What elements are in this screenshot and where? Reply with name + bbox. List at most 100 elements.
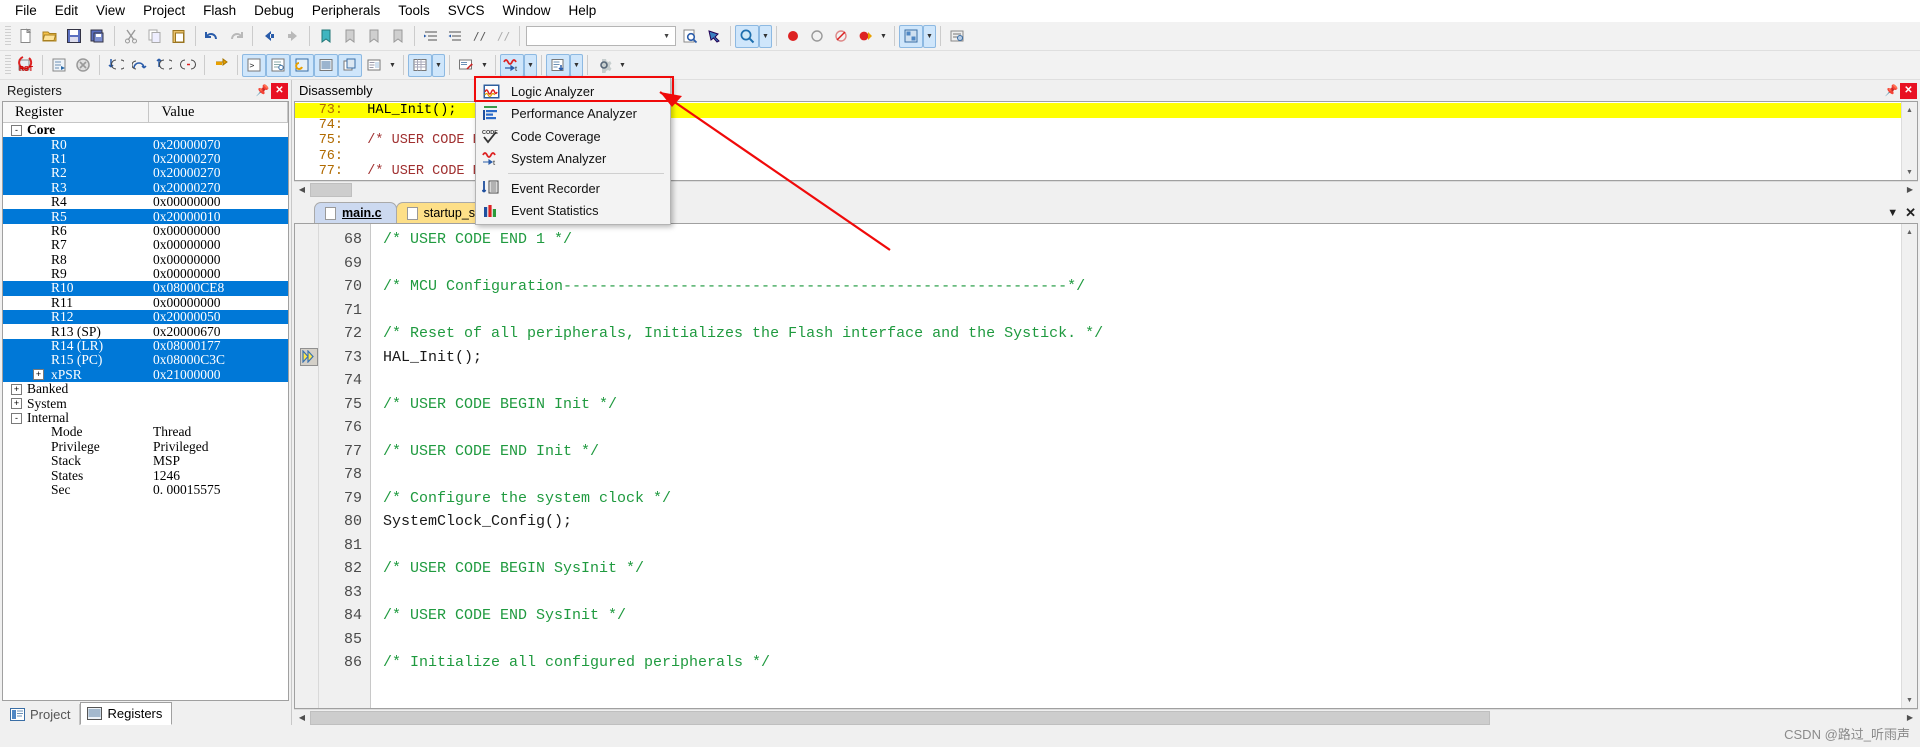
register-row[interactable]: R1 0x20000270 (3, 151, 288, 167)
step-out-button[interactable] (152, 54, 176, 77)
manage-components-button[interactable] (899, 24, 923, 48)
serial-window-button[interactable] (454, 54, 478, 77)
expand-icon[interactable]: + (33, 369, 44, 381)
trace-windows-button[interactable] (546, 53, 570, 77)
serial-dropdown-arrow[interactable]: ▼ (478, 54, 491, 77)
menu-item-code-coverage[interactable]: CODE Code Coverage (476, 125, 670, 148)
breakpoint-gutter[interactable] (295, 224, 319, 708)
save-all-button[interactable] (86, 25, 110, 48)
expand-icon[interactable]: + (11, 383, 22, 395)
navigate-forward-button[interactable] (281, 25, 305, 48)
code-line[interactable]: HAL_Init(); (383, 346, 1901, 370)
menu-item-performance-analyzer[interactable]: Performance Analyzer (476, 103, 670, 126)
expand-icon[interactable]: + (11, 398, 22, 410)
register-value[interactable]: 0x21000000 (153, 367, 221, 383)
analysis-windows-button[interactable]: t (500, 53, 524, 77)
register-row[interactable]: R4 0x00000000 (3, 194, 288, 209)
register-row[interactable]: R15 (PC) 0x08000C3C (3, 352, 288, 368)
register-row[interactable]: R3 0x20000270 (3, 180, 288, 195)
code-line[interactable]: /* USER CODE END 1 */ (383, 228, 1901, 252)
cut-button[interactable] (119, 25, 143, 48)
disassembly-window-button[interactable] (266, 53, 290, 77)
configure-target-button[interactable] (945, 25, 969, 48)
scroll-right-arrow[interactable]: ▶ (1902, 182, 1918, 197)
code-line[interactable] (383, 416, 1901, 440)
system-viewer-dropdown-arrow[interactable]: ▼ (616, 54, 629, 77)
menu-item-help[interactable]: Help (560, 1, 606, 20)
code-content[interactable]: /* USER CODE END 1 */ /* MCU Configuratio… (371, 224, 1901, 708)
comment-button[interactable]: // (467, 25, 491, 48)
paste-button[interactable] (167, 25, 191, 48)
collapse-icon[interactable]: - (11, 124, 22, 136)
code-line[interactable]: /* Reset of all peripherals, Initializes… (383, 322, 1901, 346)
scroll-down-arrow[interactable]: ▼ (1902, 692, 1917, 708)
menu-item-logic-analyzer[interactable]: Logic Analyzer (476, 80, 670, 103)
disable-all-breakpoints-button[interactable] (829, 25, 853, 48)
scroll-up-arrow[interactable]: ▲ (1902, 102, 1917, 118)
close-document-icon[interactable]: ✕ (1905, 205, 1916, 221)
pin-icon[interactable]: 📌 (1883, 83, 1900, 99)
scroll-left-arrow[interactable]: ◀ (294, 710, 310, 725)
register-row[interactable]: Sec 0. 00015575 (3, 482, 288, 497)
run-to-line-button[interactable] (176, 54, 200, 77)
menu-item-project[interactable]: Project (134, 1, 194, 20)
step-into-button[interactable] (104, 54, 128, 77)
toolbar-grip[interactable] (5, 55, 11, 75)
zoom-search-button[interactable] (735, 24, 759, 48)
copy-button[interactable] (143, 25, 167, 48)
uncomment-button[interactable]: // (491, 25, 515, 48)
kill-all-breakpoints-button[interactable] (853, 25, 877, 48)
call-stack-window-button[interactable] (338, 53, 362, 77)
scroll-left-arrow[interactable]: ◀ (294, 182, 310, 197)
menu-item-window[interactable]: Window (493, 1, 559, 20)
register-row[interactable]: R5 0x20000010 (3, 209, 288, 224)
register-row[interactable]: R10 0x08000CE8 (3, 280, 288, 296)
watch-dropdown-arrow[interactable]: ▼ (386, 54, 399, 77)
editor-tab-main-c[interactable]: main.c (314, 202, 397, 223)
menu-item-event-recorder[interactable]: Event Recorder (476, 177, 670, 200)
insert-breakpoint-button[interactable] (781, 25, 805, 48)
menu-item-tools[interactable]: Tools (389, 1, 439, 20)
scrollbar-thumb[interactable] (310, 182, 352, 197)
registers-tree[interactable]: Register Value - Core R0 0x20000070 R1 0x2000… (2, 101, 289, 701)
save-button[interactable] (62, 25, 86, 48)
disable-breakpoint-button[interactable] (805, 25, 829, 48)
analysis-windows-dropdown-menu[interactable]: Logic Analyzer Performance Analyzer CODE… (474, 76, 674, 225)
registers-window-button[interactable] (314, 53, 338, 77)
register-row[interactable]: + System (3, 396, 288, 411)
navigate-back-button[interactable] (257, 25, 281, 48)
register-row[interactable]: R0 0x20000070 (3, 137, 288, 152)
analysis-dropdown-arrow[interactable]: ▼ (524, 53, 537, 77)
step-over-button[interactable] (128, 54, 152, 77)
menu-item-file[interactable]: File (6, 1, 46, 20)
undo-button[interactable] (200, 25, 224, 48)
reset-button[interactable]: RST (14, 54, 38, 77)
tab-registers[interactable]: Registers (80, 702, 173, 725)
command-window-button[interactable]: > (242, 53, 266, 77)
register-row[interactable]: R8 0x00000000 (3, 252, 288, 267)
code-line[interactable] (383, 628, 1901, 652)
code-line[interactable]: /* Configure the system clock */ (383, 487, 1901, 511)
manage-dropdown-arrow[interactable]: ▼ (923, 24, 936, 48)
redo-button[interactable] (224, 25, 248, 48)
code-editor[interactable]: 68 69 70 71 72 73 74 75 76 77 78 79 80 81 82 83 84 85 86 /… (294, 223, 1918, 709)
code-line[interactable] (383, 369, 1901, 393)
system-viewer-button[interactable] (592, 54, 616, 77)
register-row[interactable]: R11 0x00000000 (3, 295, 288, 310)
close-icon[interactable]: ✕ (271, 82, 288, 99)
clear-bookmarks-button[interactable] (386, 25, 410, 48)
menu-item-view[interactable]: View (87, 1, 134, 20)
search-combo[interactable]: ▼ (526, 26, 676, 46)
watch-window-button[interactable] (362, 54, 386, 77)
code-line[interactable]: SystemClock_Config(); (383, 510, 1901, 534)
pin-icon[interactable]: 📌 (254, 83, 271, 99)
scroll-right-arrow[interactable]: ▶ (1902, 710, 1918, 725)
code-line[interactable]: /* USER CODE BEGIN SysInit */ (383, 557, 1901, 581)
menu-item-flash[interactable]: Flash (194, 1, 245, 20)
register-row[interactable]: R14 (LR) 0x08000177 (3, 338, 288, 354)
code-line[interactable]: /* Initialize all configured peripherals… (383, 651, 1901, 675)
menu-item-svcs[interactable]: SVCS (439, 1, 494, 20)
collapse-icon[interactable]: - (11, 412, 22, 424)
menu-item-peripherals[interactable]: Peripherals (303, 1, 389, 20)
bookmark-toggle-button[interactable] (702, 25, 726, 48)
